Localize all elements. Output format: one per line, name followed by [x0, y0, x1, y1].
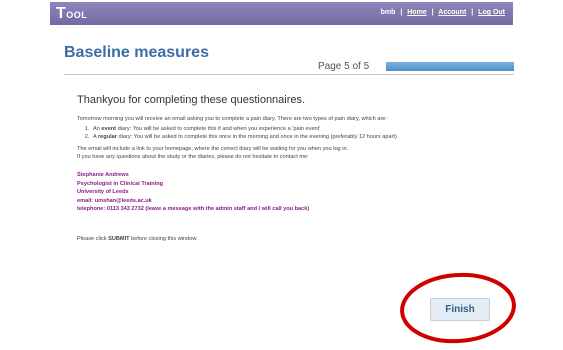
completion-heading: Thankyou for completing these questionna… [77, 94, 306, 106]
contact-email: email: umshan@leeds.ac.uk [77, 197, 152, 204]
diary-item-event: An event diary: You will be asked to com… [91, 125, 507, 133]
nav-home-link[interactable]: Home [407, 9, 426, 16]
progress-bar-fill [386, 62, 514, 71]
contact-telephone: telephone: 0113 343 2732 (leave a messag… [77, 206, 310, 212]
main-content: Thankyou for completing these questionna… [77, 94, 507, 247]
questions-note: If you have any questions about the stud… [77, 154, 309, 160]
progress-label: Page 5 of 5 [318, 61, 370, 72]
email-note: The email will include a link to your ho… [77, 146, 349, 152]
diary-list: An event diary: You will be asked to com… [91, 125, 507, 141]
username: bmb [380, 9, 396, 16]
contact-university: University of Leeds [77, 189, 129, 195]
finish-button[interactable]: Finish [430, 298, 490, 321]
logo-letter: T [56, 5, 67, 22]
progress-bar [386, 62, 514, 71]
submit-note: Please click SUBMIT before closing this … [77, 235, 198, 242]
contact-name: Stephanie Andrews [77, 172, 129, 178]
contact-block: Stephanie Andrews Psychologist in Clinic… [77, 171, 507, 214]
nav-logout-link[interactable]: Log Out [478, 9, 505, 16]
top-nav: bmb | Home | Account | Log Out [380, 9, 505, 16]
top-bar: TOOL bmb | Home | Account | Log Out [50, 2, 513, 25]
logo-text: OOL [66, 10, 88, 20]
diary-item-regular: A regular diary: You will be asked to co… [91, 133, 507, 141]
contact-role: Psychologist in Clinical Training [77, 180, 164, 187]
nav-account-link[interactable]: Account [438, 9, 466, 16]
progress-row: Page 5 of 5 [64, 60, 514, 75]
intro-text: Tomorrow morning you will receive an ema… [77, 116, 387, 122]
logo: TOOL [56, 5, 87, 23]
